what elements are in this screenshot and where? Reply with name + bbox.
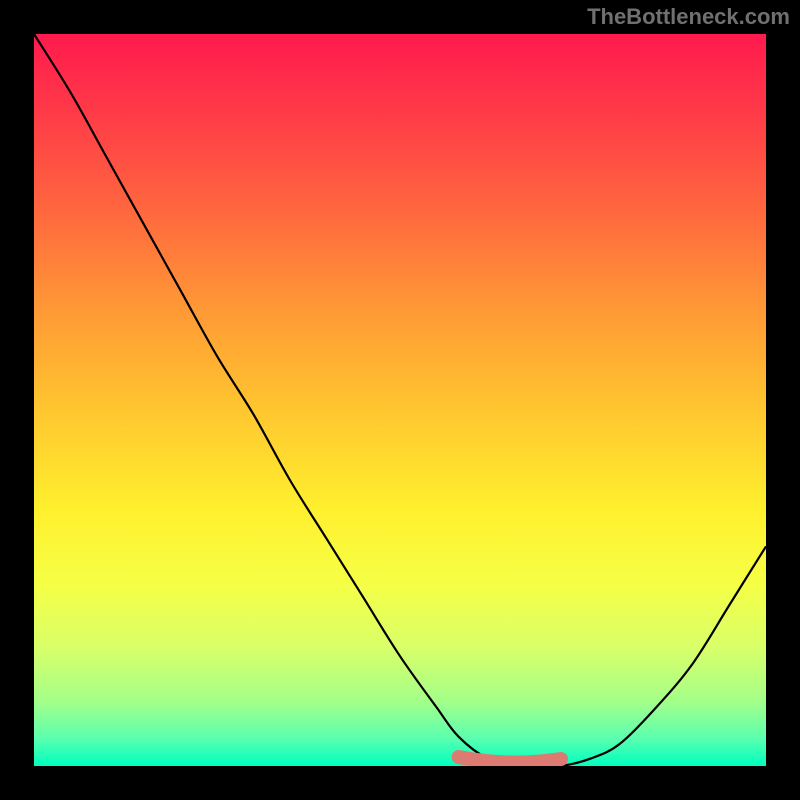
bottleneck-curve <box>34 34 766 766</box>
optimal-range-marker <box>459 757 561 763</box>
watermark-text: TheBottleneck.com <box>587 4 790 30</box>
plot-area <box>34 34 766 766</box>
chart-container: TheBottleneck.com <box>0 0 800 800</box>
curve-svg <box>34 34 766 766</box>
